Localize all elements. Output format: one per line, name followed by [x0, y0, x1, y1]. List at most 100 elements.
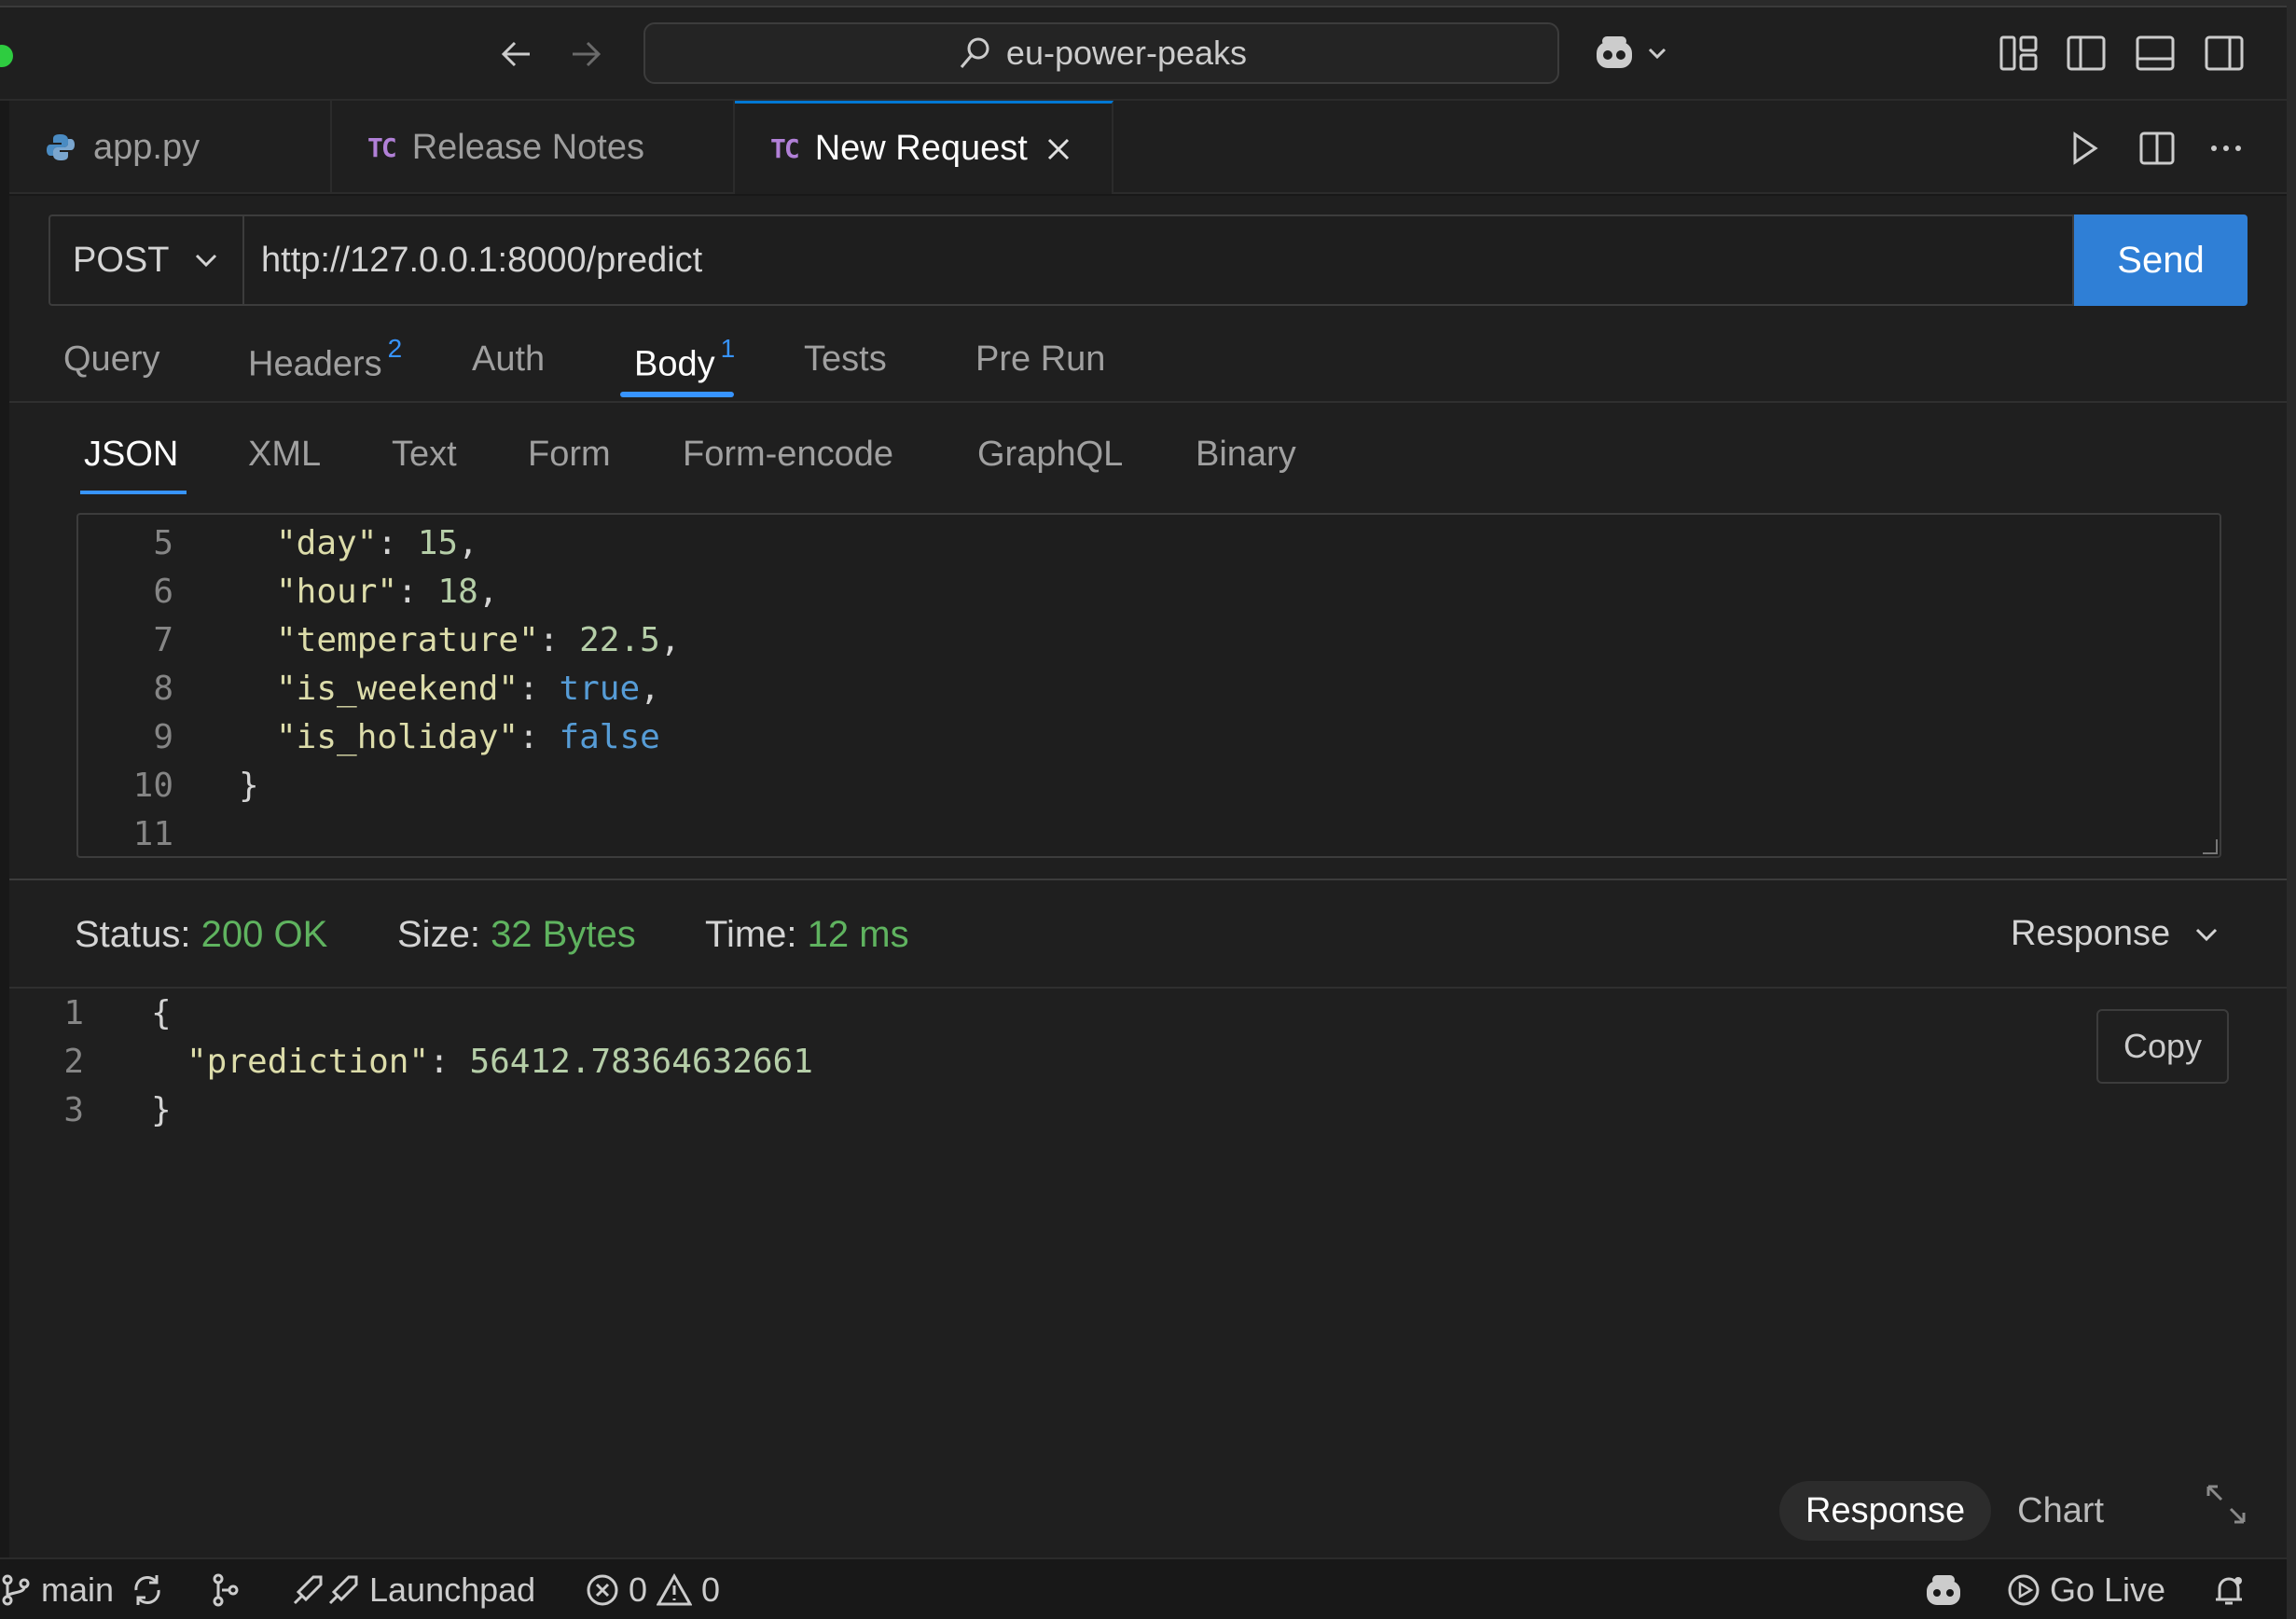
copilot-menu[interactable] — [1591, 26, 1669, 80]
window-maximize-dot[interactable] — [0, 45, 13, 67]
line-number: 7 — [153, 620, 173, 659]
method-select[interactable]: POST — [48, 214, 242, 306]
active-body-tab-indicator — [80, 491, 187, 494]
json-key: "is_holiday" — [276, 717, 519, 756]
request-url-bar: POST http://127.0.0.1:8000/predict Send — [48, 214, 2248, 306]
tab-release-notes[interactable]: TC Release Notes — [332, 101, 735, 194]
title-bar: eu-power-peaks — [0, 0, 2296, 101]
size-label: Size: — [397, 914, 480, 955]
tab-text[interactable]: Text — [392, 435, 457, 475]
search-text: eu-power-peaks — [1005, 34, 1248, 72]
json-brace: } — [151, 1090, 172, 1129]
code-line: 11 — [78, 810, 2220, 856]
toggle-panel-icon[interactable] — [2132, 30, 2178, 76]
json-body-editor[interactable]: 5 "day": 15, 6 "hour": 18, 7 "temperatur… — [76, 513, 2221, 858]
chevron-down-icon — [195, 254, 217, 268]
json-value: 15 — [417, 523, 459, 562]
send-button[interactable]: Send — [2074, 214, 2248, 306]
run-icon[interactable] — [2061, 125, 2108, 172]
notifications-bell-icon[interactable] — [2210, 1569, 2248, 1612]
branch-indicator[interactable]: main — [0, 1569, 114, 1612]
url-input[interactable]: http://127.0.0.1:8000/predict — [242, 214, 2074, 306]
expand-icon[interactable] — [2203, 1481, 2249, 1528]
problems-indicator[interactable]: 0 0 — [586, 1569, 720, 1612]
status-value: 200 OK — [201, 914, 328, 955]
json-value: false — [559, 717, 660, 756]
active-tab-indicator — [620, 392, 734, 397]
line-number: 9 — [153, 717, 173, 756]
warning-icon — [657, 1573, 693, 1606]
time-info: Time: 12 ms — [705, 914, 909, 956]
json-value: 22.5 — [579, 620, 660, 659]
error-count: 0 — [629, 1571, 648, 1609]
toggle-secondary-sidebar-icon[interactable] — [2201, 30, 2248, 76]
comma: , — [659, 620, 681, 659]
tab-form-encode[interactable]: Form-encode — [683, 435, 893, 475]
command-center-search[interactable]: eu-power-peaks — [643, 22, 1559, 84]
split-editor-icon[interactable] — [2134, 125, 2180, 172]
go-live-label: Go Live — [2050, 1571, 2166, 1609]
more-actions-icon[interactable] — [2203, 125, 2249, 172]
tab-json[interactable]: JSON — [84, 435, 178, 475]
thunder-client-icon: TC — [367, 131, 397, 163]
search-icon — [960, 37, 989, 68]
time-label: Time: — [705, 914, 797, 955]
back-arrow-icon[interactable] — [491, 28, 543, 80]
launchpad-label: Launchpad — [369, 1571, 536, 1609]
response-body: 1 { 2 "prediction": 56412.78364632661 3 … — [9, 989, 2296, 1511]
tab-body[interactable]: Body 1 — [634, 334, 735, 385]
body-count-badge: 1 — [720, 334, 736, 363]
tab-graphql[interactable]: GraphQL — [977, 435, 1123, 475]
toggle-primary-sidebar-icon[interactable] — [2063, 30, 2109, 76]
rocket-icon — [293, 1575, 358, 1605]
sync-icon[interactable] — [129, 1569, 166, 1612]
tab-label: Headers — [248, 344, 382, 384]
status-info: Status: 200 OK — [75, 914, 327, 956]
go-live-button[interactable]: Go Live — [2007, 1569, 2165, 1612]
tab-xml[interactable]: XML — [248, 435, 321, 475]
json-key: "temperature" — [276, 620, 539, 659]
response-view-select[interactable]: Response — [2011, 914, 2220, 954]
forward-arrow-icon[interactable] — [560, 28, 612, 80]
resize-handle[interactable] — [2203, 839, 2218, 854]
tab-form[interactable]: Form — [528, 435, 611, 475]
tab-binary[interactable]: Binary — [1196, 435, 1296, 475]
chart-view-button[interactable]: Chart — [1991, 1481, 2130, 1541]
tab-tests[interactable]: Tests — [804, 339, 887, 380]
code-line: 1 { — [9, 989, 171, 1037]
tab-new-request[interactable]: TC New Request — [735, 101, 1113, 194]
tab-pre-run[interactable]: Pre Run — [975, 339, 1105, 380]
line-number: 3 — [63, 1090, 84, 1129]
copy-button[interactable]: Copy — [2096, 1009, 2229, 1084]
thunder-client-icon: TC — [770, 133, 800, 164]
json-value: 56412.78364632661 — [469, 1042, 813, 1081]
method-value: POST — [73, 240, 170, 280]
python-icon — [47, 134, 75, 160]
tab-headers[interactable]: Headers 2 — [248, 334, 402, 385]
json-key: "day" — [276, 523, 378, 562]
comma: , — [477, 572, 499, 611]
response-view-button[interactable]: Response — [1779, 1481, 1992, 1541]
response-status-bar: Status: 200 OK Size: 32 Bytes Time: 12 m… — [9, 880, 2296, 989]
line-number: 8 — [153, 669, 173, 708]
git-branch-icon — [2, 1574, 30, 1606]
code-line: 8 "is_weekend": true, — [78, 664, 2220, 713]
time-value: 12 ms — [807, 914, 909, 955]
json-brace: { — [151, 993, 172, 1032]
close-icon[interactable] — [1044, 135, 1072, 163]
copilot-status-icon[interactable] — [1923, 1569, 1964, 1612]
tab-auth[interactable]: Auth — [472, 339, 545, 380]
source-control-graph-icon[interactable] — [207, 1569, 244, 1612]
status-label: Status: — [75, 914, 191, 955]
customize-layout-icon[interactable] — [1996, 30, 2042, 76]
tab-query[interactable]: Query — [63, 339, 159, 380]
tab-app-py[interactable]: app.py — [9, 101, 332, 194]
code-line: 5 "day": 15, — [78, 519, 2220, 567]
json-key: "hour" — [276, 572, 398, 611]
code-line: 10 } — [78, 761, 2220, 810]
code-line: 7 "temperature": 22.5, — [78, 616, 2220, 664]
warning-count: 0 — [701, 1571, 721, 1609]
launchpad-item[interactable]: Launchpad — [289, 1569, 535, 1612]
line-number: 2 — [63, 1042, 84, 1081]
url-value: http://127.0.0.1:8000/predict — [261, 240, 703, 280]
